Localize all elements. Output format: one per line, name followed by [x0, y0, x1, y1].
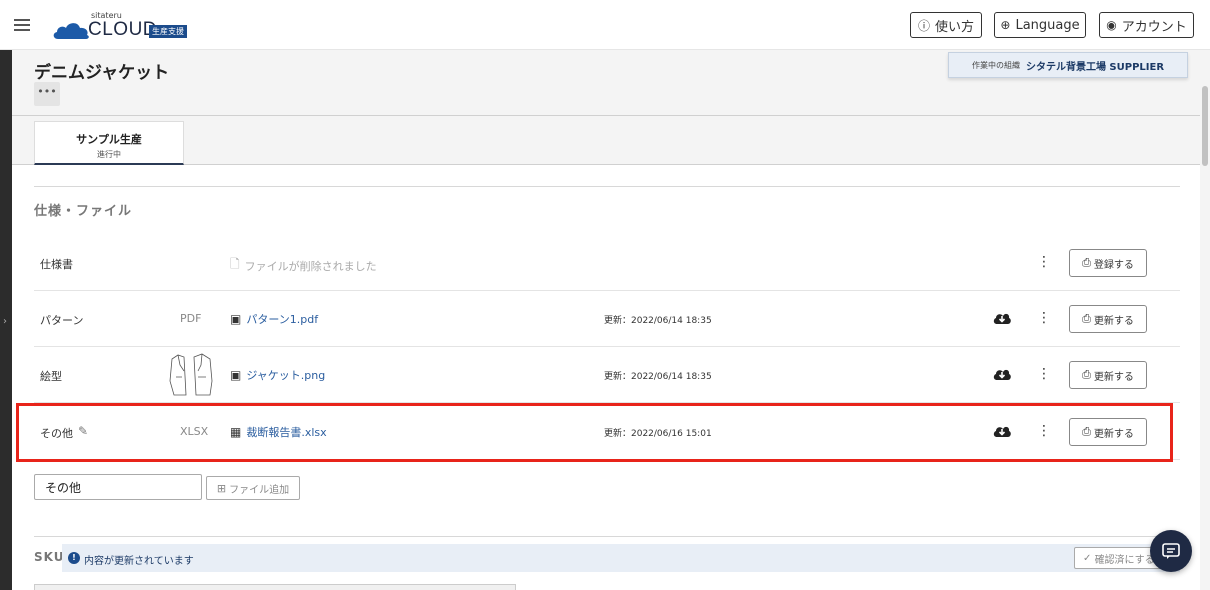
section-divider	[34, 536, 1180, 537]
paperclip-icon: ⎙	[1082, 256, 1091, 269]
section-divider	[34, 186, 1180, 187]
kebab-menu-icon[interactable]: ⋮	[1037, 365, 1051, 383]
file-category-input[interactable]	[34, 474, 202, 500]
alert-icon: !	[68, 552, 80, 564]
file-row-pattern: パターン PDF ▣ パターン1.pdf 更新：2022/06/14 18:35…	[34, 291, 1180, 347]
file-row-drawing: 絵型 ▣ ジャケット.png 更新：2022/06/14 18:35 ⋮ ⎙ 更…	[34, 347, 1180, 403]
current-organization: 作業中の組織 シタテル背景工場 SUPPLIER	[948, 52, 1188, 78]
add-file-label: ファイル追加	[229, 484, 290, 496]
file-pdf-icon: ▣	[230, 312, 242, 326]
org-label: 作業中の組織	[971, 60, 1020, 70]
sku-table-header	[34, 584, 516, 590]
cloud-logo-icon	[53, 23, 89, 39]
language-button[interactable]: ⊕ Language	[994, 12, 1086, 38]
account-button[interactable]: ◉ アカウント	[1099, 12, 1194, 38]
org-name: シタテル背景工場 SUPPLIER	[1025, 61, 1165, 73]
kebab-menu-icon[interactable]: ⋮	[1037, 309, 1051, 327]
confirm-label: 確認済にする	[1094, 554, 1155, 566]
tab-sample-production[interactable]: サンプル生産 進行中	[34, 121, 184, 165]
logo[interactable]: sitateru CLOUD 生産支援	[50, 10, 200, 40]
update-notice: ! 内容が更新されています	[62, 544, 1180, 572]
file-name: パターン1.pdf	[246, 313, 319, 326]
menu-icon[interactable]	[14, 19, 30, 31]
kebab-menu-icon[interactable]: ⋮	[1037, 253, 1051, 271]
row-name: 絵型	[40, 370, 62, 383]
cloud-download-icon[interactable]	[992, 366, 1012, 382]
scrollbar[interactable]	[1200, 50, 1210, 590]
help-label: 使い方	[935, 19, 975, 35]
add-file-icon: ⊞	[216, 481, 227, 495]
globe-icon: ⊕	[1000, 18, 1011, 32]
help-button[interactable]: ⓘ 使い方	[910, 12, 982, 38]
update-button[interactable]: ⎙ 更新する	[1069, 361, 1147, 389]
file-link[interactable]: ▣ パターン1.pdf	[230, 311, 318, 327]
jacket-thumbnail[interactable]	[168, 351, 214, 397]
row-name: パターン	[40, 314, 84, 327]
register-label: 登録する	[1093, 259, 1134, 271]
paperclip-icon: ⎙	[1082, 312, 1091, 325]
file-row-spec: 仕様書 🗋 ファイルが削除されました ⋮ ⎙ 登録する	[34, 235, 1180, 291]
updated-date: 更新：2022/06/14 18:35	[604, 372, 712, 382]
add-file-button[interactable]: ⊞ ファイル追加	[206, 476, 300, 500]
file-type: PDF	[180, 312, 202, 325]
brand-name: CLOUD	[88, 19, 158, 40]
scrollbar-thumb[interactable]	[1202, 86, 1208, 166]
file-name: ジャケット.png	[246, 369, 326, 382]
brand-badge: 生産支援	[149, 25, 187, 38]
account-label: アカウント	[1121, 19, 1187, 35]
page-title: デニムジャケット	[34, 63, 170, 83]
update-label: 更新する	[1093, 315, 1134, 327]
check-icon: ✓	[1083, 552, 1095, 564]
file-deleted-text: ファイルが削除されました	[244, 259, 377, 273]
section-title-sku: SKU	[34, 550, 65, 564]
cloud-download-icon[interactable]	[992, 310, 1012, 326]
app-header: sitateru CLOUD 生産支援 ⓘ 使い方 ⊕ Language ◉ ア…	[0, 0, 1210, 50]
highlight-box	[16, 403, 1173, 462]
left-rail[interactable]: ›	[0, 50, 12, 590]
tab-status: 進行中	[97, 150, 121, 159]
paperclip-icon: ⎙	[1082, 368, 1091, 381]
register-button[interactable]: ⎙ 登録する	[1069, 249, 1147, 277]
chat-icon	[1162, 543, 1180, 559]
chat-button[interactable]	[1150, 530, 1192, 572]
tab-label: サンプル生産	[76, 133, 142, 146]
notice-text: 内容が更新されています	[84, 556, 194, 567]
file-deleted: 🗋 ファイルが削除されました	[230, 255, 377, 276]
updated-date: 更新：2022/06/14 18:35	[604, 316, 712, 326]
file-link[interactable]: ▣ ジャケット.png	[230, 367, 325, 383]
language-label: Language	[1015, 17, 1080, 33]
update-label: 更新する	[1093, 371, 1134, 383]
title-area: デニムジャケット ••• 作業中の組織 シタテル背景工場 SUPPLIER	[12, 50, 1200, 116]
user-circle-icon: ◉	[1106, 18, 1117, 32]
update-button[interactable]: ⎙ 更新する	[1069, 305, 1147, 333]
document-icon: 🗋	[230, 257, 240, 271]
section-title-spec: 仕様・ファイル	[34, 204, 133, 219]
question-icon: ⓘ	[917, 18, 930, 33]
row-name: 仕様書	[40, 258, 73, 271]
chevron-right-icon[interactable]: ›	[3, 316, 7, 327]
file-image-icon: ▣	[230, 368, 242, 382]
more-button[interactable]: •••	[34, 82, 60, 106]
tabs-bar: サンプル生産 進行中	[12, 116, 1200, 165]
